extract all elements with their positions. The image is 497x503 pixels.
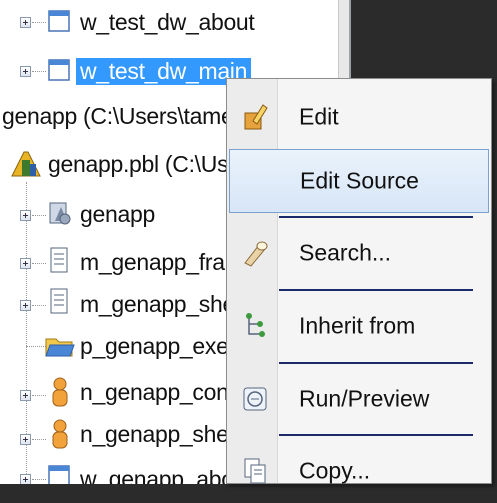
- flashlight-search-icon: [244, 241, 268, 267]
- menu-item-label: Edit Source: [300, 167, 419, 194]
- expand-toggle[interactable]: [20, 258, 31, 269]
- menu-item-edit-source[interactable]: Edit Source: [229, 149, 489, 213]
- expand-toggle[interactable]: [20, 66, 31, 77]
- menu-item-copy[interactable]: Copy...: [229, 439, 489, 503]
- application-icon: [49, 202, 71, 225]
- menu-item-label: Edit: [299, 103, 339, 130]
- tree-item-label: n_genapp_sheet: [80, 420, 248, 447]
- menu-item-label: Copy...: [299, 457, 371, 484]
- expand-toggle[interactable]: [20, 390, 31, 401]
- tree-item-p-genapp-exe[interactable]: p_genapp_exe: [80, 331, 229, 361]
- user-object-icon: [52, 419, 68, 449]
- menu-item-label: Run/Preview: [299, 385, 430, 412]
- project-folder-icon: [45, 338, 75, 357]
- tree-item-genapp[interactable]: genapp: [80, 199, 155, 229]
- menu-item-inherit-from[interactable]: Inherit from: [229, 294, 489, 358]
- expand-toggle[interactable]: [20, 17, 31, 28]
- menu-separator: [279, 434, 473, 436]
- context-menu: Edit Edit Source Search... Inherit from …: [226, 78, 492, 484]
- menu-item-edit[interactable]: Edit: [229, 85, 489, 149]
- menu-item-search[interactable]: Search...: [229, 221, 489, 285]
- inherit-tree-icon: [246, 313, 265, 337]
- menu-item-label: Inherit from: [299, 312, 416, 339]
- expand-toggle[interactable]: [20, 434, 31, 445]
- library-icon: [11, 151, 41, 177]
- menu-separator: [279, 216, 473, 218]
- menu-separator: [279, 362, 473, 364]
- window-icon: [48, 465, 70, 484]
- tree-item-w-test-dw-about[interactable]: w_test_dw_about: [80, 7, 255, 37]
- menu-item-run-preview[interactable]: Run/Preview: [229, 367, 489, 431]
- tree-item-label: genapp (C:\Users\tamer\: [2, 102, 247, 129]
- pencil-edit-icon: [244, 104, 268, 130]
- tree-item-genapp-target[interactable]: genapp (C:\Users\tamer\: [2, 101, 247, 131]
- tree-item-label: genapp: [80, 200, 155, 227]
- tree-item-label: w_test_dw_about: [80, 8, 255, 35]
- tree-item-label: w_test_dw_main: [76, 57, 252, 85]
- menu-object-icon: [50, 247, 68, 273]
- expand-toggle[interactable]: [20, 210, 31, 221]
- menu-object-icon: [50, 288, 68, 314]
- window-icon: [48, 59, 70, 81]
- menu-item-label: Search...: [299, 239, 392, 266]
- copy-icon: [244, 458, 266, 484]
- tree-item-label: p_genapp_exe: [80, 332, 229, 359]
- tree-item-n-genapp-sheet[interactable]: n_genapp_sheet: [80, 419, 248, 449]
- menu-separator: [279, 289, 473, 291]
- run-preview-icon: [243, 387, 267, 411]
- window-icon: [48, 10, 70, 32]
- user-object-icon: [52, 377, 68, 407]
- expand-toggle[interactable]: [20, 300, 31, 311]
- expand-toggle[interactable]: [20, 474, 31, 484]
